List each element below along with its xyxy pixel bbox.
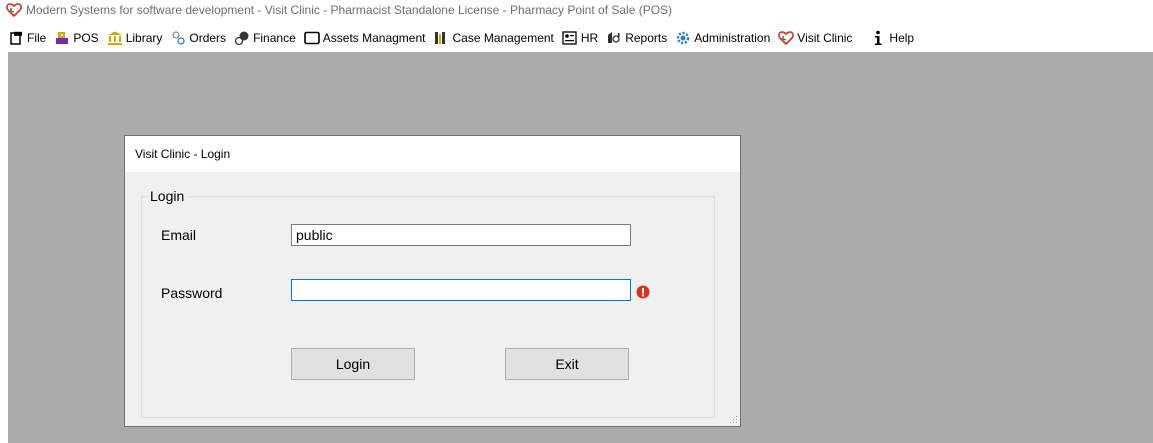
resize-grip-icon[interactable] (728, 414, 738, 424)
password-field[interactable] (291, 279, 631, 301)
assets-icon (303, 30, 320, 46)
file-icon (8, 30, 24, 46)
menu-label: Help (889, 31, 915, 45)
menu-label: Visit Clinic (797, 31, 853, 45)
heart-stethoscope-icon (778, 30, 795, 46)
groupbox-label: Login (147, 188, 188, 204)
menu-label: HR (580, 31, 599, 45)
pos-icon (54, 30, 70, 46)
menu-label: Finance (253, 31, 296, 45)
reports-icon (606, 30, 622, 46)
menu-library[interactable]: Library (103, 27, 167, 49)
hr-icon (562, 30, 578, 46)
finance-icon (234, 30, 250, 46)
menu-label: File (27, 31, 47, 45)
window-title: Modern Systems for software development … (26, 3, 673, 17)
exit-button[interactable]: Exit (505, 348, 629, 380)
dialog-title-bar[interactable]: Visit Clinic - Login (125, 136, 740, 172)
menu-bar: File POS Library Orders Finance Assets M… (0, 27, 1153, 49)
orders-icon (170, 30, 186, 46)
menu-case-management[interactable]: Case Management (429, 27, 557, 49)
dialog-title: Visit Clinic - Login (135, 147, 231, 161)
menu-assets[interactable]: Assets Managment (300, 27, 430, 49)
login-button[interactable]: Login (291, 348, 415, 380)
menu-label: Assets Managment (322, 31, 426, 45)
info-icon (870, 30, 886, 46)
workspace-border (0, 52, 8, 443)
menu-visit-clinic[interactable]: Visit Clinic (774, 27, 856, 49)
menu-reports[interactable]: Reports (602, 27, 671, 49)
email-field[interactable] (291, 224, 631, 246)
heart-stethoscope-icon (6, 3, 22, 17)
login-dialog: Visit Clinic - Login Login Email Passwor… (124, 135, 741, 427)
menu-label: Reports (625, 31, 668, 45)
menu-help[interactable]: Help (866, 27, 918, 49)
menu-hr[interactable]: HR (558, 27, 602, 49)
menu-label: Library (125, 31, 163, 45)
gear-icon (675, 30, 691, 46)
case-icon (433, 30, 449, 46)
menu-orders[interactable]: Orders (166, 27, 230, 49)
menu-label: Administration (694, 31, 771, 45)
menu-finance[interactable]: Finance (230, 27, 300, 49)
menu-administration[interactable]: Administration (671, 27, 774, 49)
error-icon (636, 285, 650, 299)
email-label: Email (161, 227, 197, 243)
menu-label: Case Management (452, 31, 554, 45)
menu-label: Orders (189, 31, 227, 45)
library-icon (107, 30, 123, 46)
window-title-bar: Modern Systems for software development … (0, 0, 1153, 20)
menu-label: POS (73, 31, 99, 45)
password-label: Password (161, 285, 223, 301)
menu-pos[interactable]: POS (50, 27, 102, 49)
menu-file[interactable]: File (4, 27, 50, 49)
